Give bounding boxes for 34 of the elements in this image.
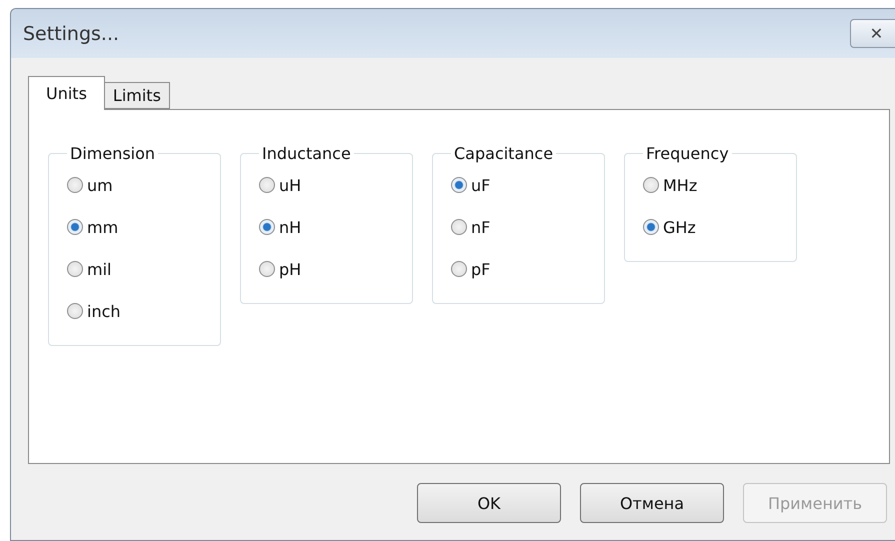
- radio-label: nH: [279, 218, 302, 236]
- radio-label: nF: [471, 218, 490, 236]
- group-title: Capacitance: [453, 144, 554, 163]
- group-title: Frequency: [645, 144, 730, 163]
- radio-button[interactable]: [451, 261, 467, 277]
- radio-label: pH: [279, 260, 302, 278]
- radio-button[interactable]: [451, 177, 467, 193]
- radio-button[interactable]: [259, 261, 275, 277]
- radio-button[interactable]: [259, 219, 275, 235]
- tab[interactable]: Limits: [104, 82, 170, 109]
- window-title: Settings...: [23, 22, 120, 44]
- radio-button[interactable]: [67, 261, 83, 277]
- dialog-button[interactable]: OK: [417, 483, 561, 523]
- radio-button[interactable]: [259, 177, 275, 193]
- radio-label: uF: [471, 176, 490, 194]
- radio-button[interactable]: [67, 219, 83, 235]
- radio-label: inch: [87, 302, 121, 320]
- radio-button[interactable]: [643, 219, 659, 235]
- dialog-button[interactable]: Отмена: [580, 483, 724, 523]
- radio-label: um: [87, 176, 113, 194]
- radio-button[interactable]: [67, 303, 83, 319]
- radio-button[interactable]: [451, 219, 467, 235]
- radio-label: uH: [279, 176, 302, 194]
- radio-label: pF: [471, 260, 490, 278]
- tab[interactable]: Units: [28, 76, 105, 110]
- radio-label: GHz: [663, 218, 696, 236]
- radio-button[interactable]: [643, 177, 659, 193]
- radio-label: mil: [87, 260, 112, 278]
- radio-label: mm: [87, 218, 118, 236]
- radio-label: MHz: [663, 176, 698, 194]
- close-button[interactable]: ✕: [850, 19, 895, 48]
- radio-button[interactable]: [67, 177, 83, 193]
- group-title: Inductance: [261, 144, 352, 163]
- group-title: Dimension: [69, 144, 156, 163]
